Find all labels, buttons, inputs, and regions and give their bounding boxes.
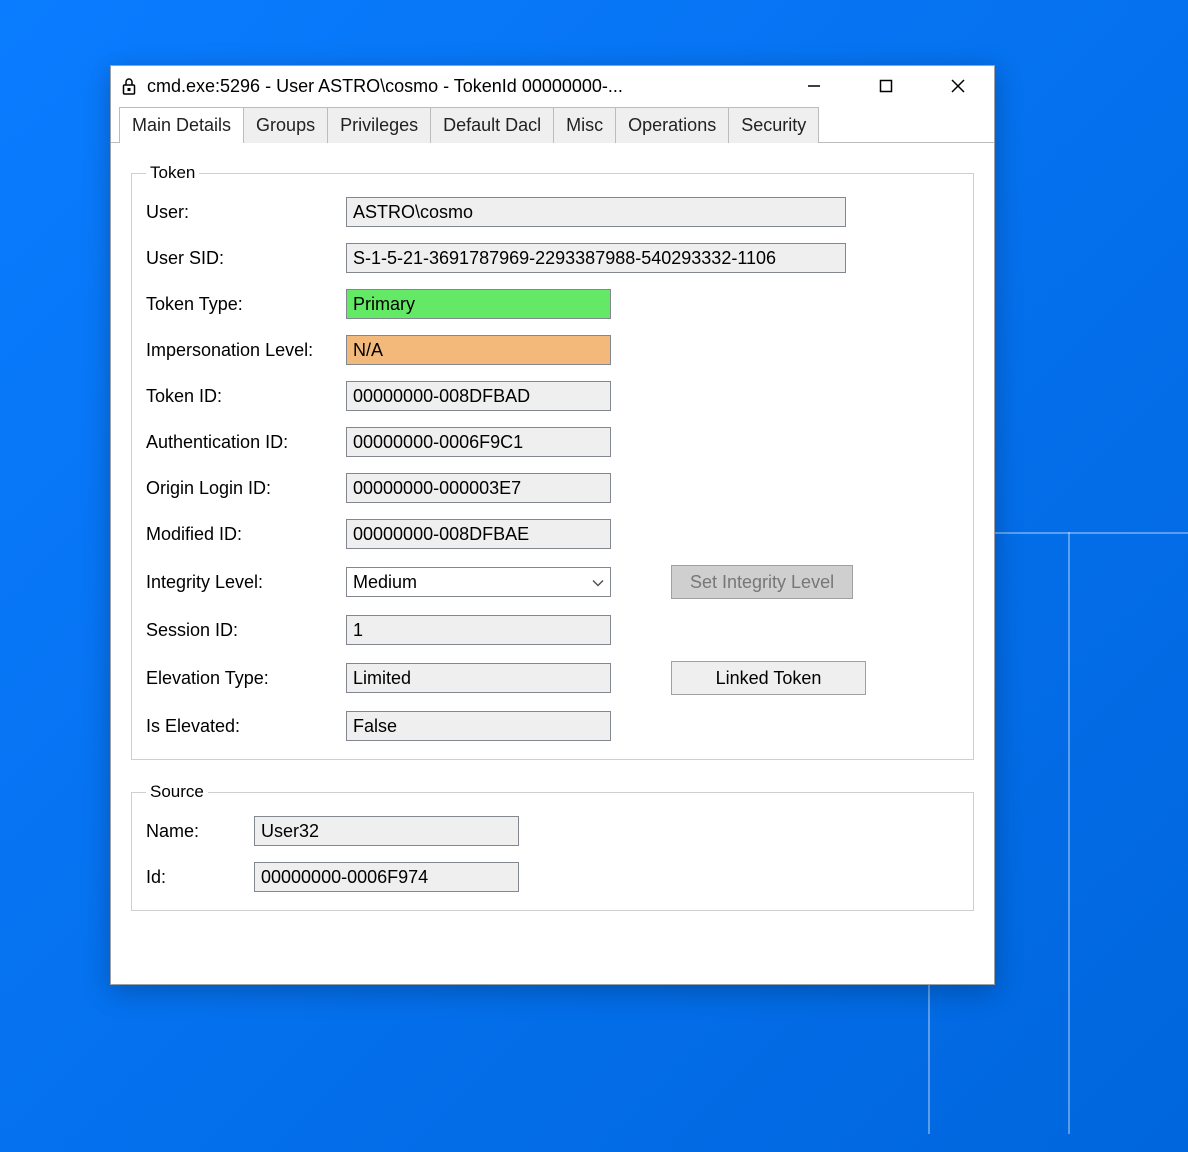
impersonation-level-label: Impersonation Level:: [146, 340, 346, 361]
integrity-level-value: Medium: [353, 572, 417, 593]
source-id-field[interactable]: 00000000-0006F974: [254, 862, 519, 892]
window-controls: [778, 66, 994, 106]
user-sid-field[interactable]: S-1-5-21-3691787969-2293387988-540293332…: [346, 243, 846, 273]
session-id-label: Session ID:: [146, 620, 346, 641]
authentication-id-field[interactable]: 00000000-0006F9C1: [346, 427, 611, 457]
tab-operations[interactable]: Operations: [615, 107, 729, 143]
modified-id-label: Modified ID:: [146, 524, 346, 545]
origin-login-id-field[interactable]: 00000000-000003E7: [346, 473, 611, 503]
tab-groups[interactable]: Groups: [243, 107, 328, 143]
source-name-field[interactable]: User32: [254, 816, 519, 846]
tab-content-main-details: Token User: ASTRO\cosmo User SID: S-1-5-…: [111, 142, 994, 980]
elevation-type-field[interactable]: Limited: [346, 663, 611, 693]
modified-id-field[interactable]: 00000000-008DFBAE: [346, 519, 611, 549]
token-viewer-window: cmd.exe:5296 - User ASTRO\cosmo - TokenI…: [110, 65, 995, 985]
maximize-button[interactable]: [850, 66, 922, 106]
window-titlebar[interactable]: cmd.exe:5296 - User ASTRO\cosmo - TokenI…: [111, 66, 994, 106]
elevation-type-label: Elevation Type:: [146, 668, 346, 689]
session-id-field[interactable]: 1: [346, 615, 611, 645]
authentication-id-label: Authentication ID:: [146, 432, 346, 453]
window-title: cmd.exe:5296 - User ASTRO\cosmo - TokenI…: [147, 76, 623, 97]
tab-main-details[interactable]: Main Details: [119, 107, 244, 143]
user-label: User:: [146, 202, 346, 223]
lock-icon: [121, 76, 137, 96]
tab-default-dacl[interactable]: Default Dacl: [430, 107, 554, 143]
origin-login-id-label: Origin Login ID:: [146, 478, 346, 499]
integrity-level-combo[interactable]: Medium: [346, 567, 611, 597]
source-groupbox: Source Name: User32 Id: 00000000-0006F97…: [131, 782, 974, 911]
chevron-down-icon: [592, 572, 604, 593]
tab-privileges[interactable]: Privileges: [327, 107, 431, 143]
tab-misc[interactable]: Misc: [553, 107, 616, 143]
source-groupbox-legend: Source: [146, 782, 208, 802]
token-id-label: Token ID:: [146, 386, 346, 407]
close-button[interactable]: [922, 66, 994, 106]
integrity-level-label: Integrity Level:: [146, 572, 346, 593]
set-integrity-level-button[interactable]: Set Integrity Level: [671, 565, 853, 599]
tab-security[interactable]: Security: [728, 107, 819, 143]
linked-token-button[interactable]: Linked Token: [671, 661, 866, 695]
tab-strip: Main Details Groups Privileges Default D…: [111, 106, 994, 143]
minimize-button[interactable]: [778, 66, 850, 106]
token-groupbox-legend: Token: [146, 163, 199, 183]
impersonation-level-field[interactable]: N/A: [346, 335, 611, 365]
source-id-label: Id:: [146, 867, 254, 888]
is-elevated-label: Is Elevated:: [146, 716, 346, 737]
token-id-field[interactable]: 00000000-008DFBAD: [346, 381, 611, 411]
is-elevated-field[interactable]: False: [346, 711, 611, 741]
user-sid-label: User SID:: [146, 248, 346, 269]
token-type-label: Token Type:: [146, 294, 346, 315]
user-field[interactable]: ASTRO\cosmo: [346, 197, 846, 227]
token-groupbox: Token User: ASTRO\cosmo User SID: S-1-5-…: [131, 163, 974, 760]
token-type-field[interactable]: Primary: [346, 289, 611, 319]
source-name-label: Name:: [146, 821, 254, 842]
